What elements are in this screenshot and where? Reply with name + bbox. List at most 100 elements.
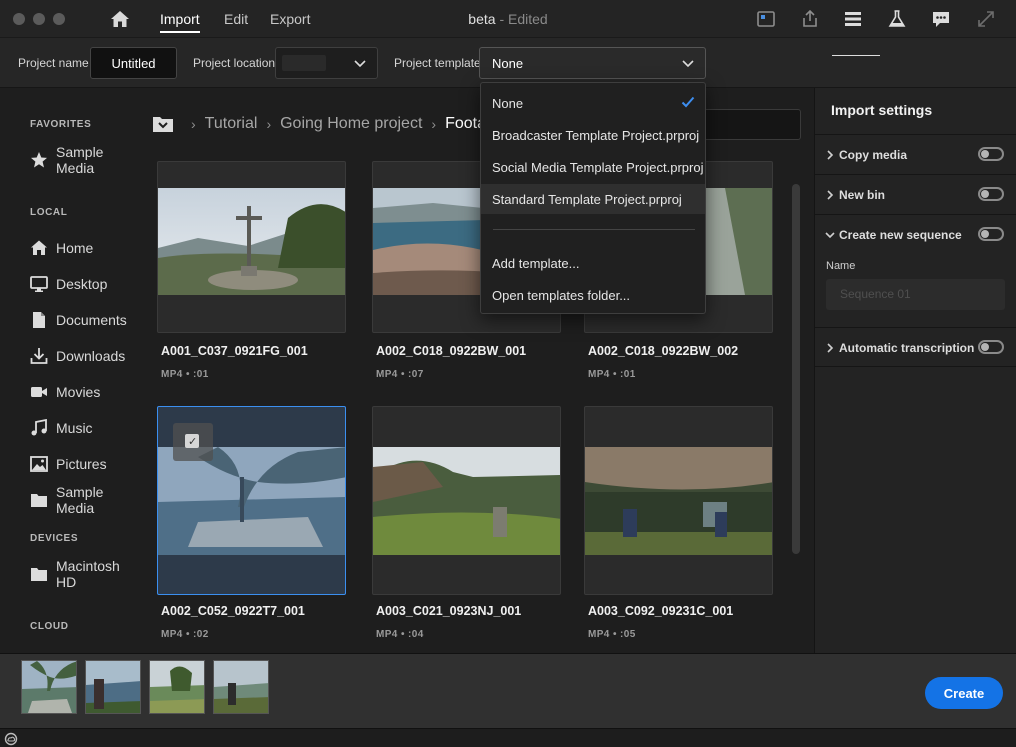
clip-meta: MP4 • :05: [588, 629, 636, 640]
clip-name: A002_C018_0922BW_001: [376, 344, 527, 358]
create-sequence-toggle[interactable]: [978, 227, 1004, 241]
sidebar-item-label: Documents: [56, 312, 127, 328]
sidebar-item-downloads[interactable]: Downloads: [30, 345, 125, 367]
project-template-label: Project template: [394, 56, 481, 70]
sidebar-item-home[interactable]: Home: [30, 237, 93, 259]
clip-name: A003_C092_09231C_001: [588, 604, 734, 618]
copy-media-toggle[interactable]: [978, 147, 1004, 161]
sidebar-item-macintosh-hd[interactable]: Macintosh HD: [30, 558, 143, 590]
selected-clip-thumbnail[interactable]: [149, 660, 205, 714]
checkmark-icon: ✓: [188, 436, 198, 448]
media-card-selected[interactable]: ✓: [157, 406, 346, 595]
status-bar: [0, 728, 1016, 747]
chevron-right-icon[interactable]: [825, 150, 835, 160]
media-card[interactable]: [372, 406, 561, 595]
add-template-option[interactable]: Add template...: [481, 248, 705, 278]
breadcrumb-item[interactable]: Going Home project: [280, 115, 422, 133]
template-option-none[interactable]: None: [481, 88, 705, 118]
share-icon[interactable]: [800, 9, 820, 29]
project-location-label: Project location: [193, 56, 276, 70]
monitor-icon: [30, 276, 48, 292]
template-option-social-media[interactable]: Social Media Template Project.prproj: [481, 152, 705, 182]
clip-thumbnail: [158, 447, 345, 555]
template-option-broadcaster[interactable]: Broadcaster Template Project.prproj: [481, 120, 705, 150]
folder-icon: [31, 494, 47, 507]
grid-scrollbar[interactable]: [792, 184, 800, 554]
sidebar-item-pictures[interactable]: Pictures: [30, 453, 107, 475]
chevron-down-icon[interactable]: [825, 230, 835, 240]
sidebar-item-sample-media-favorite[interactable]: Sample Media: [30, 144, 143, 176]
option-label: Broadcaster Template Project.prproj: [492, 127, 700, 143]
chevron-down-icon: [682, 60, 694, 68]
creative-cloud-icon[interactable]: [4, 732, 18, 746]
blurred-location-value: [282, 55, 326, 71]
template-dropdown-menu: None Broadcaster Template Project.prproj…: [480, 82, 706, 314]
devices-heading: DEVICES: [30, 533, 79, 544]
sidebar-item-label: Sample Media: [56, 144, 104, 176]
workspaces-icon[interactable]: [843, 9, 863, 29]
project-bar: Project name Untitled Project location P…: [0, 38, 1016, 88]
download-icon: [30, 348, 48, 364]
document-title: beta - Edited: [0, 11, 1016, 27]
open-templates-folder-option[interactable]: Open templates folder...: [481, 280, 705, 310]
checkbox-selected[interactable]: ✓: [173, 423, 213, 461]
project-template-select[interactable]: None: [479, 47, 706, 79]
create-button[interactable]: Create: [925, 677, 1003, 709]
quick-export-icon[interactable]: [756, 9, 776, 29]
title-bar: Import Edit Export beta - Edited: [0, 0, 1016, 38]
sequence-name-label: Name: [826, 260, 856, 272]
clip-meta: MP4 • :04: [376, 629, 424, 640]
sidebar-item-desktop[interactable]: Desktop: [30, 273, 107, 295]
feedback-icon[interactable]: [931, 9, 951, 29]
media-card[interactable]: [584, 406, 773, 595]
music-icon: [31, 419, 47, 436]
setting-row-new-bin[interactable]: New bin: [815, 174, 1016, 214]
folder-icon: [31, 568, 47, 581]
clip-name: A002_C018_0922BW_002: [588, 344, 739, 358]
selected-clip-thumbnail[interactable]: [85, 660, 141, 714]
media-card[interactable]: [157, 161, 346, 333]
home-icon: [31, 240, 47, 255]
selected-clip-thumbnail[interactable]: [21, 660, 77, 714]
chevron-right-icon[interactable]: [825, 343, 835, 353]
breadcrumb-item[interactable]: Tutorial: [205, 115, 258, 133]
template-option-standard[interactable]: Standard Template Project.prproj: [481, 184, 705, 214]
sidebar-item-sample-media[interactable]: Sample Media: [30, 484, 143, 516]
sidebar-item-documents[interactable]: Documents: [30, 309, 127, 331]
fullscreen-icon[interactable]: [976, 9, 996, 29]
template-select-value: None: [492, 56, 524, 71]
media-browser: › Tutorial › Going Home project › Footag…: [143, 88, 814, 653]
setting-label: Automatic transcription: [839, 341, 975, 355]
setting-label: Copy media: [839, 148, 908, 162]
chevron-right-icon[interactable]: [825, 190, 835, 200]
clip-thumbnail: [585, 447, 772, 555]
project-name-field[interactable]: Untitled: [90, 47, 177, 79]
auto-transcription-toggle[interactable]: [978, 340, 1004, 354]
import-settings-panel: Import settings Copy media New bin Creat…: [814, 88, 1016, 653]
breadcrumb-separator: ›: [431, 116, 437, 132]
sidebar-item-label: Macintosh HD: [56, 558, 120, 590]
breadcrumb-separator: ›: [191, 116, 196, 132]
option-label: Standard Template Project.prproj: [492, 191, 682, 207]
breadcrumb: › Tutorial › Going Home project › Footag…: [151, 112, 504, 136]
document-icon: [33, 312, 45, 328]
sequence-name-input[interactable]: Sequence 01: [826, 279, 1005, 310]
search-input[interactable]: [703, 109, 801, 140]
sidebar-item-label: Downloads: [56, 348, 126, 364]
labs-icon[interactable]: [887, 9, 907, 29]
project-location-select[interactable]: [275, 47, 378, 79]
clip-meta: MP4 • :01: [161, 369, 209, 380]
sidebar-item-label: Desktop: [56, 276, 108, 292]
setting-row-copy-media[interactable]: Copy media: [815, 134, 1016, 174]
setting-row-automatic-transcription[interactable]: Automatic transcription: [815, 327, 1016, 367]
setting-label: Create new sequence: [839, 228, 962, 242]
sidebar-item-music[interactable]: Music: [30, 417, 93, 439]
folder-down-icon[interactable]: [152, 115, 174, 133]
new-bin-toggle[interactable]: [978, 187, 1004, 201]
clip-name: A002_C052_0922T7_001: [161, 604, 305, 618]
selected-clip-thumbnail[interactable]: [213, 660, 269, 714]
sidebar-item-movies[interactable]: Movies: [30, 381, 100, 403]
clip-thumbnail: [158, 188, 345, 295]
cloud-heading: CLOUD: [30, 621, 69, 632]
clip-meta: MP4 • :07: [376, 369, 424, 380]
